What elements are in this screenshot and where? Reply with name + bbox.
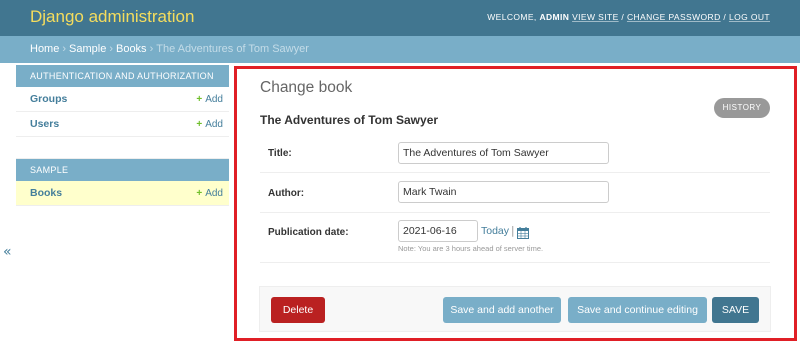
today-separator: | [511,225,515,237]
header: Django administration WELCOME, ADMIN VIE… [0,0,800,36]
sidebar-nav: AUTHENTICATION AND AUTHORIZATION Groups … [16,65,229,206]
title-field[interactable]: The Adventures of Tom Sawyer [398,142,609,164]
plus-icon: + [196,119,203,130]
save-and-add-another-button[interactable]: Save and add another [443,297,561,323]
plus-icon: + [196,94,203,105]
sidebar-item-label[interactable]: Groups [30,93,67,105]
collapse-sidebar-icon[interactable]: « [3,244,12,260]
breadcrumb-separator: › [62,43,67,55]
change-password-link[interactable]: CHANGE PASSWORD [627,12,721,22]
page-title: Change book [260,79,353,96]
breadcrumb-current: The Adventures of Tom Sawyer [156,43,309,55]
add-users-link[interactable]: + Add [196,112,223,137]
publication-date-field[interactable]: 2021-06-16 [398,220,478,242]
breadcrumb-separator: › [109,43,113,55]
add-label: Add [205,119,223,130]
separator: / [723,12,727,22]
log-out-link[interactable]: LOG OUT [729,12,770,22]
add-books-link[interactable]: + Add [196,181,223,206]
save-and-continue-button[interactable]: Save and continue editing [568,297,707,323]
publication-date-label: Publication date: [268,227,349,238]
form-row-title: Title: The Adventures of Tom Sawyer [260,133,770,173]
username: ADMIN [539,12,570,22]
save-button[interactable]: SAVE [712,297,759,323]
sidebar-item-groups[interactable]: Groups + Add [16,87,229,112]
author-label: Author: [268,188,305,199]
calendar-icon[interactable] [517,224,529,243]
add-label: Add [205,188,223,199]
timezone-help-text: Note: You are 3 hours ahead of server ti… [398,244,544,253]
separator: / [621,12,625,22]
module-caption-sample[interactable]: SAMPLE [16,159,229,181]
breadcrumb: Home › Sample › Books › The Adventures of Tom … [0,36,800,63]
breadcrumb-home[interactable]: Home [30,43,59,55]
object-title: The Adventures of Tom Sawyer [260,113,439,127]
breadcrumb-app[interactable]: Sample [69,43,106,55]
author-field[interactable]: Mark Twain [398,181,609,203]
plus-icon: + [196,188,203,199]
site-brand[interactable]: Django administration [30,7,194,27]
sidebar-item-books[interactable]: Books + Add [16,181,229,206]
form-row-author: Author: Mark Twain [260,173,770,213]
today-link[interactable]: Today [481,225,509,237]
title-label: Title: [268,148,292,159]
sidebar-item-users[interactable]: Users + Add [16,112,229,137]
module-caption-auth[interactable]: AUTHENTICATION AND AUTHORIZATION [16,65,229,87]
breadcrumb-separator: › [149,43,154,55]
breadcrumb-model[interactable]: Books [116,43,147,55]
form-row-publication-date: Publication date: 2021-06-16 Today | Not… [260,213,770,263]
add-label: Add [205,94,223,105]
module-spacer [16,137,229,159]
view-site-link[interactable]: VIEW SITE [572,12,619,22]
sidebar-item-label[interactable]: Users [30,118,59,130]
submit-row: Delete Save and add another Save and con… [259,286,771,332]
user-tools: WELCOME, ADMIN VIEW SITE / CHANGE PASSWO… [487,12,770,22]
welcome-text: WELCOME, [487,12,537,22]
history-button[interactable]: HISTORY [714,98,770,118]
delete-button[interactable]: Delete [271,297,325,323]
sidebar-item-label[interactable]: Books [30,187,62,199]
add-groups-link[interactable]: + Add [196,87,223,112]
